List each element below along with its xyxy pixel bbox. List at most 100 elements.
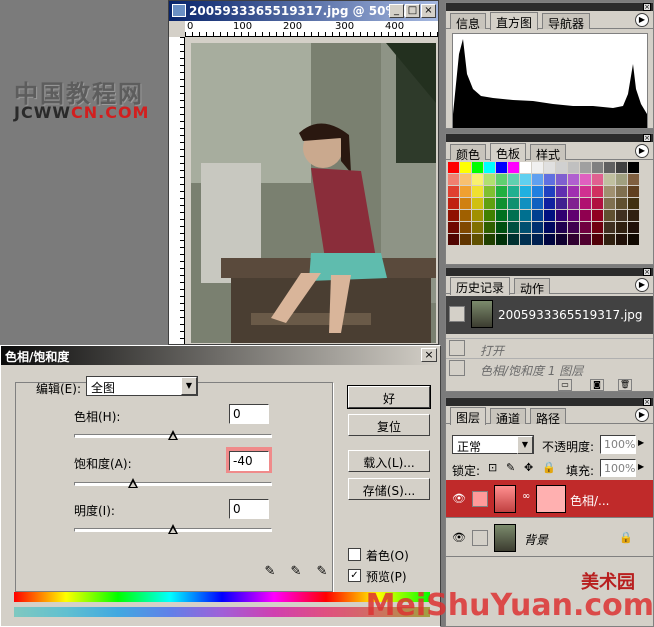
swatch[interactable] [532, 222, 544, 234]
swatch[interactable] [592, 234, 604, 246]
swatch[interactable] [616, 162, 628, 174]
panel-close-icon[interactable]: × [643, 134, 651, 142]
minimize-button[interactable]: _ [389, 4, 404, 18]
swatch[interactable] [628, 186, 640, 198]
panel-menu-icon[interactable]: ▶ [635, 278, 649, 292]
swatch[interactable] [508, 162, 520, 174]
swatch[interactable] [628, 198, 640, 210]
swatch[interactable] [628, 210, 640, 222]
swatch[interactable] [460, 210, 472, 222]
tab-info[interactable]: 信息 [450, 13, 487, 31]
history-step-hue[interactable]: 色相/饱和度 1 图层 [446, 358, 653, 378]
opacity-arrow-icon[interactable]: ▶ [638, 438, 644, 447]
saturation-input[interactable]: -40 [229, 451, 269, 471]
panel-menu-icon[interactable]: ▶ [635, 408, 649, 422]
swatch[interactable] [580, 198, 592, 210]
eyedropper-minus-icon[interactable]: ✎ [314, 564, 330, 580]
swatch[interactable] [520, 198, 532, 210]
lock-all-icon[interactable]: 🔒 [542, 461, 556, 474]
swatch[interactable] [460, 162, 472, 174]
eyedropper-plus-icon[interactable]: ✎ [288, 564, 304, 580]
lock-move-icon[interactable]: ✥ [524, 461, 533, 474]
panel-close-icon[interactable]: × [643, 398, 651, 406]
swatch[interactable] [508, 234, 520, 246]
swatch[interactable] [580, 186, 592, 198]
swatch[interactable] [580, 210, 592, 222]
panel-menu-icon[interactable]: ▶ [635, 13, 649, 27]
maximize-button[interactable]: □ [405, 4, 420, 18]
opacity-field[interactable]: 100% [600, 435, 636, 454]
swatch[interactable] [484, 234, 496, 246]
swatch[interactable] [448, 210, 460, 222]
swatch[interactable] [592, 222, 604, 234]
edit-select[interactable]: 全图 ▼ [86, 376, 198, 396]
swatch[interactable] [568, 234, 580, 246]
swatch[interactable] [472, 198, 484, 210]
swatch[interactable] [508, 186, 520, 198]
swatch[interactable] [556, 198, 568, 210]
panel-close-icon[interactable]: × [643, 268, 651, 276]
swatch[interactable] [508, 210, 520, 222]
save-button[interactable]: 存储(S)... [348, 478, 430, 500]
swatch[interactable] [616, 174, 628, 186]
swatch[interactable] [556, 210, 568, 222]
swatch[interactable] [604, 234, 616, 246]
fill-field[interactable]: 100% [600, 459, 636, 477]
swatch[interactable] [544, 234, 556, 246]
hue-input[interactable]: 0 [229, 404, 269, 424]
swatch[interactable] [604, 186, 616, 198]
swatch[interactable] [472, 174, 484, 186]
dialog-close-button[interactable]: × [421, 348, 437, 362]
swatch[interactable] [448, 162, 460, 174]
swatch[interactable] [448, 222, 460, 234]
swatch[interactable] [604, 162, 616, 174]
history-brush-icon[interactable] [449, 306, 465, 322]
swatch[interactable] [568, 210, 580, 222]
ok-button[interactable]: 好 [347, 385, 431, 409]
colorize-checkbox[interactable] [348, 548, 361, 561]
swatch[interactable] [472, 186, 484, 198]
swatch[interactable] [592, 174, 604, 186]
swatch[interactable] [568, 162, 580, 174]
swatch[interactable] [448, 186, 460, 198]
swatch[interactable] [628, 162, 640, 174]
swatch[interactable] [544, 210, 556, 222]
swatch[interactable] [496, 210, 508, 222]
swatch[interactable] [448, 174, 460, 186]
blend-mode-select[interactable]: 正常 ▼ [452, 435, 534, 454]
fill-arrow-icon[interactable]: ▶ [638, 462, 644, 471]
saturation-slider-track[interactable] [74, 482, 272, 486]
tab-swatches[interactable]: 色板 [490, 143, 527, 161]
swatch[interactable] [496, 162, 508, 174]
swatch[interactable] [472, 210, 484, 222]
swatch[interactable] [616, 222, 628, 234]
swatch[interactable] [484, 174, 496, 186]
panel-close-icon[interactable]: × [643, 3, 651, 11]
lock-transparency-icon[interactable]: ⊡ [488, 461, 497, 474]
swatch[interactable] [520, 186, 532, 198]
swatch[interactable] [556, 186, 568, 198]
swatch[interactable] [484, 198, 496, 210]
photo-canvas[interactable] [191, 43, 436, 343]
swatch[interactable] [520, 234, 532, 246]
tab-histogram[interactable]: 直方图 [490, 12, 539, 30]
trash-icon[interactable]: 🗑 [618, 379, 632, 391]
lock-brush-icon[interactable]: ✎ [506, 461, 515, 474]
tab-channels[interactable]: 通道 [490, 408, 527, 426]
swatch[interactable] [508, 198, 520, 210]
swatch[interactable] [520, 174, 532, 186]
swatch-grid[interactable] [448, 162, 640, 250]
history-snapshot[interactable]: 2005933365519317.jpg [446, 296, 653, 334]
swatch[interactable] [592, 198, 604, 210]
swatch[interactable] [520, 222, 532, 234]
swatch[interactable] [604, 222, 616, 234]
swatch[interactable] [460, 234, 472, 246]
swatch[interactable] [532, 174, 544, 186]
swatch[interactable] [544, 162, 556, 174]
panel-menu-icon[interactable]: ▶ [635, 144, 649, 158]
swatch[interactable] [568, 186, 580, 198]
swatch[interactable] [496, 222, 508, 234]
load-button[interactable]: 载入(L)... [348, 450, 430, 472]
swatch[interactable] [556, 162, 568, 174]
swatch[interactable] [568, 222, 580, 234]
